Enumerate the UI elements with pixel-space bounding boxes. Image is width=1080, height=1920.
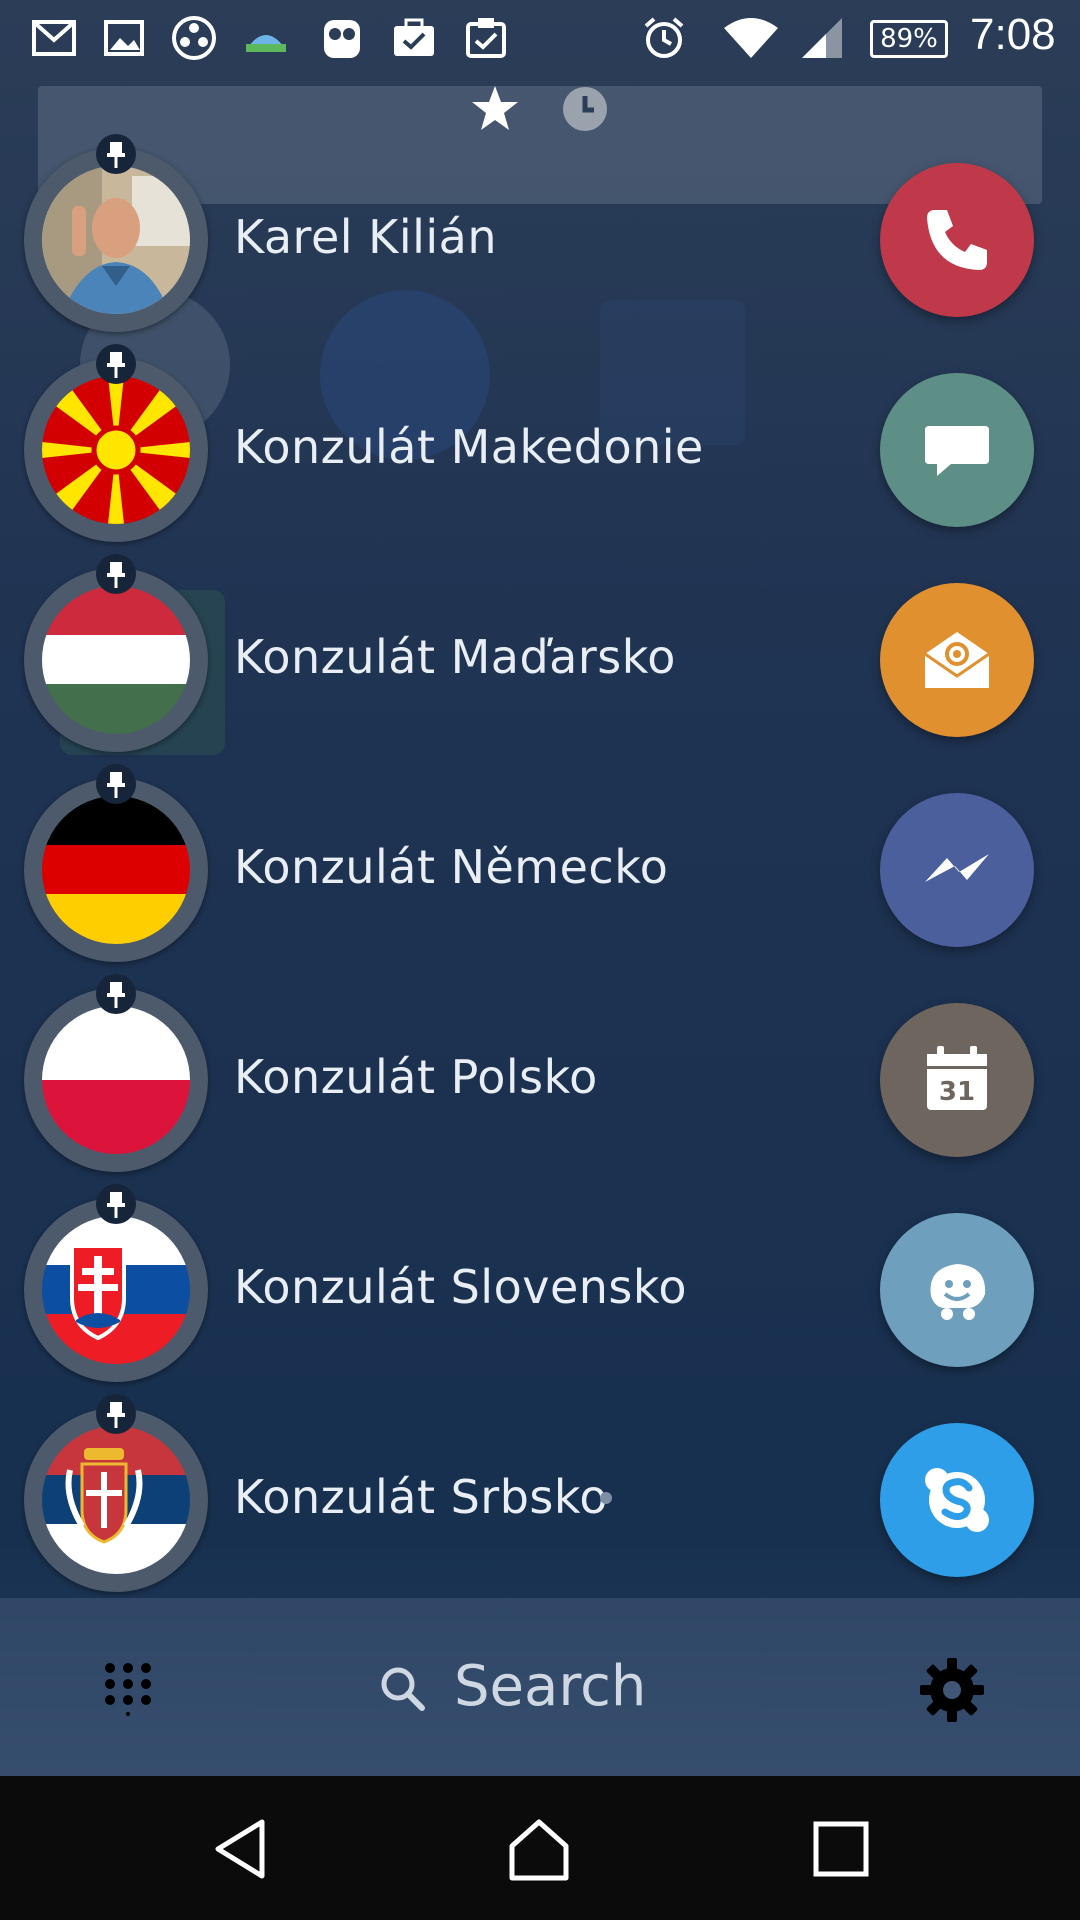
battery-icon: 89% — [870, 20, 948, 58]
contact-name: Konzulát Makedonie — [234, 420, 704, 474]
status-time: 7:08 — [970, 10, 1056, 59]
gallery-icon — [104, 20, 144, 56]
battery-percent: 89% — [880, 24, 938, 54]
navigation-bar — [0, 1776, 1080, 1920]
wifi-icon — [724, 18, 778, 58]
contact-item-konzulat-srbsko[interactable]: Konzulát Srbsko — [0, 1394, 840, 1608]
recents-icon[interactable] — [808, 1816, 874, 1882]
owl-icon — [324, 20, 360, 58]
phone-icon — [927, 210, 987, 270]
briefcase-check-icon — [394, 18, 434, 56]
recent-tab-clock-icon[interactable] — [558, 82, 612, 136]
dialpad-icon[interactable] — [100, 1660, 156, 1716]
alarm-icon — [644, 17, 684, 58]
search-placeholder: Search — [454, 1654, 647, 1719]
avatar — [24, 554, 208, 752]
avatar — [24, 1394, 208, 1592]
avatar — [24, 764, 208, 962]
contact-item-konzulat-nemecko[interactable]: Konzulát Německo — [0, 764, 840, 978]
gear-icon[interactable] — [918, 1656, 986, 1724]
contact-name: Konzulát Polsko — [234, 1050, 598, 1104]
reel-icon — [172, 16, 216, 60]
pin-icon — [96, 134, 136, 174]
calendar-button[interactable]: 31 — [880, 1003, 1034, 1157]
flag-macedonia-icon — [42, 376, 190, 524]
maps-icon — [246, 35, 286, 52]
gmail-icon — [32, 20, 76, 56]
signal-icon — [802, 18, 842, 58]
flag-poland-icon — [42, 1006, 190, 1154]
contact-item-konzulat-slovensko[interactable]: Konzulát Slovensko — [0, 1184, 840, 1398]
contact-name: Konzulát Maďarsko — [234, 630, 676, 684]
message-button[interactable] — [880, 373, 1034, 527]
calendar-day-label: 31 — [939, 1077, 975, 1107]
phone-button[interactable] — [880, 163, 1034, 317]
back-icon[interactable] — [208, 1816, 274, 1882]
waze-icon — [930, 1264, 986, 1320]
flag-hungary-icon — [42, 586, 190, 734]
pin-icon — [96, 1184, 136, 1224]
skype-button[interactable] — [880, 1423, 1034, 1577]
clipboard-check-icon — [466, 18, 506, 58]
contact-name: Konzulát Slovensko — [234, 1260, 688, 1314]
pin-icon — [96, 554, 136, 594]
flag-serbia-icon — [42, 1426, 190, 1574]
waze-button[interactable] — [880, 1213, 1034, 1367]
skype-icon — [925, 1468, 989, 1532]
contact-item-karel-kilian[interactable]: Karel Kilián — [0, 134, 840, 348]
contact-name: Karel Kilián — [234, 210, 497, 264]
online-dot — [600, 1492, 612, 1504]
contact-item-konzulat-madarsko[interactable]: Konzulát Maďarsko — [0, 554, 840, 768]
pin-icon — [96, 1394, 136, 1434]
search-icon — [381, 1667, 425, 1711]
pin-icon — [96, 974, 136, 1014]
avatar — [24, 974, 208, 1172]
flag-germany-icon — [42, 796, 190, 944]
contact-name: Konzulát Srbsko — [234, 1470, 609, 1524]
email-icon — [924, 632, 990, 688]
contact-name: Konzulát Německo — [234, 840, 669, 894]
message-icon — [925, 426, 989, 476]
flag-slovakia-icon — [42, 1216, 190, 1364]
calendar-icon: 31 — [927, 1046, 987, 1110]
bottom-search-bar: Search — [0, 1598, 1080, 1776]
messenger-button[interactable] — [880, 793, 1034, 947]
avatar — [24, 1184, 208, 1382]
home-icon[interactable] — [506, 1816, 572, 1882]
avatar — [24, 134, 208, 332]
avatar-photo — [42, 166, 190, 314]
pin-icon — [96, 344, 136, 384]
pin-icon — [96, 764, 136, 804]
email-button[interactable] — [880, 583, 1034, 737]
avatar — [24, 344, 208, 542]
favorites-tab-star-icon[interactable] — [468, 82, 522, 136]
status-bar: 89% 7:08 — [0, 0, 1080, 78]
contact-item-konzulat-makedonie[interactable]: Konzulát Makedonie — [0, 344, 840, 558]
contact-item-konzulat-polsko[interactable]: Konzulát Polsko — [0, 974, 840, 1188]
messenger-icon — [925, 854, 989, 882]
